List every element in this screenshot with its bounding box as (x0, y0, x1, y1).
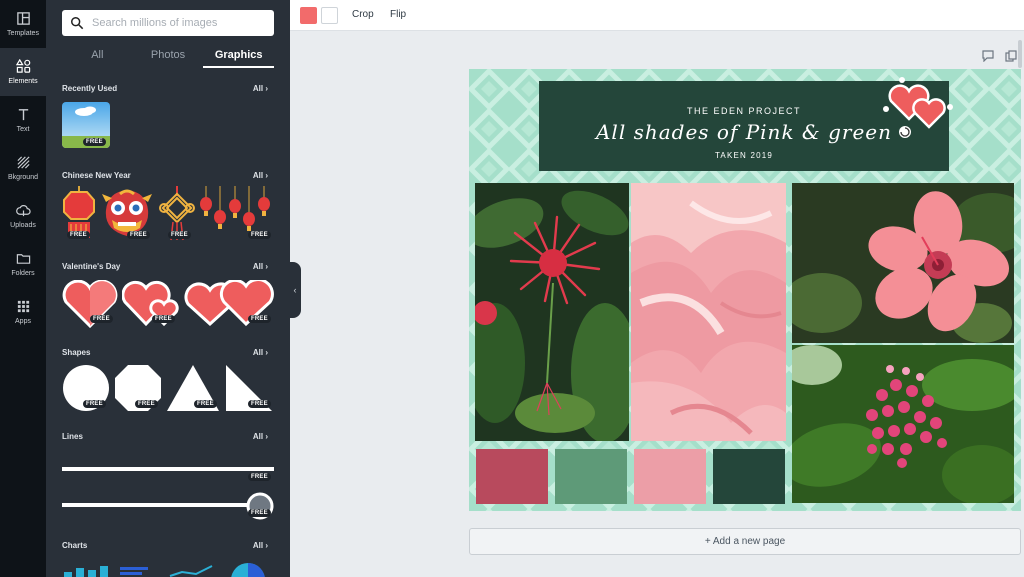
free-badge: FREE (152, 315, 175, 323)
add-page-button[interactable]: + Add a new page (469, 528, 1021, 555)
templates-icon (16, 12, 30, 25)
free-badge: FREE (248, 509, 271, 517)
free-badge: FREE (194, 400, 217, 408)
chevron-left-icon: ‹ (293, 285, 297, 295)
chevron-right-icon: › (265, 541, 268, 550)
rail-label: Elements (8, 78, 38, 85)
see-all-label: All (252, 171, 264, 180)
tab-all[interactable]: All (62, 44, 133, 68)
see-all-label: All (252, 84, 264, 93)
see-all-recent[interactable]: All › (253, 84, 268, 93)
see-all-lines[interactable]: All › (253, 432, 268, 441)
rail-templates[interactable]: Templates (0, 0, 46, 48)
free-badge: FREE (127, 231, 150, 239)
section-title-charts: Charts (62, 541, 88, 550)
rail-label: Folders (11, 270, 35, 277)
search-input[interactable] (92, 17, 262, 29)
see-all-cny[interactable]: All › (253, 171, 268, 180)
background-icon (16, 156, 30, 169)
free-badge: FREE (90, 315, 113, 323)
free-badge: FREE (168, 231, 191, 239)
elements-panel: All Photos Graphics Recently Used All › … (46, 0, 290, 577)
rail-label: Bkground (8, 174, 38, 181)
rail-label: Text (16, 126, 30, 133)
folder-icon (16, 254, 30, 264)
free-badge: FREE (83, 138, 106, 146)
see-all-label: All (252, 541, 264, 550)
flip-button[interactable]: Flip (390, 9, 406, 20)
section-title-valentine: Valentine's Day (62, 262, 121, 271)
rail-label: Uploads (10, 222, 36, 229)
chevron-right-icon: › (265, 171, 268, 180)
rail-folders[interactable]: Folders (0, 240, 46, 288)
section-title-lines: Lines (62, 432, 83, 441)
see-all-shapes[interactable]: All › (253, 348, 268, 357)
vertical-scrollbar[interactable] (1018, 40, 1022, 68)
section-title-shapes: Shapes (62, 348, 91, 357)
selected-hearts-element[interactable] (883, 77, 953, 143)
see-all-valentine[interactable]: All › (253, 262, 268, 271)
swatch-green[interactable] (555, 449, 627, 504)
free-badge: FREE (248, 315, 271, 323)
rail-uploads[interactable]: Uploads (0, 192, 46, 240)
free-badge: FREE (83, 400, 106, 408)
left-rail: Templates Elements Text Bkground Uploads… (0, 0, 46, 577)
charts-row-thumbs[interactable] (62, 562, 274, 577)
line-with-circle[interactable] (62, 503, 262, 507)
duplicate-page-icon[interactable] (1005, 50, 1017, 62)
rail-label: Apps (15, 318, 31, 325)
apps-icon (17, 300, 29, 313)
search-icon (71, 17, 84, 30)
rail-background[interactable]: Bkground (0, 144, 46, 192)
design-canvas[interactable]: THE EDEN PROJECT All shades of Pink & gr… (469, 69, 1021, 511)
collapse-panel-button[interactable]: ‹ (289, 262, 301, 318)
chevron-right-icon: › (265, 84, 268, 93)
see-all-charts[interactable]: All › (253, 541, 268, 550)
panel-tabs: All Photos Graphics (62, 44, 275, 68)
photo-pink-petals[interactable] (631, 183, 786, 441)
upload-icon (15, 205, 31, 217)
photo-pink-pentas[interactable] (792, 345, 1014, 503)
text-icon (18, 109, 28, 121)
rail-label: Templates (7, 30, 39, 37)
chevron-right-icon: › (265, 348, 268, 357)
see-all-label: All (252, 432, 264, 441)
search-box[interactable] (62, 10, 274, 36)
swatch-light-pink[interactable] (634, 449, 706, 504)
rail-text[interactable]: Text (0, 96, 46, 144)
elements-icon (15, 59, 30, 73)
rail-apps[interactable]: Apps (0, 288, 46, 336)
line-solid[interactable] (62, 467, 274, 471)
color-picker-secondary[interactable] (321, 7, 338, 24)
chevron-right-icon: › (265, 432, 268, 441)
see-all-label: All (252, 262, 264, 271)
rail-elements[interactable]: Elements (0, 48, 46, 96)
top-toolbar: Crop Flip (290, 0, 1024, 31)
tab-photos[interactable]: Photos (133, 44, 204, 68)
free-badge: FREE (248, 400, 271, 408)
crop-button[interactable]: Crop (352, 9, 374, 20)
free-badge: FREE (248, 231, 271, 239)
banner-caption: TAKEN 2019 (714, 151, 774, 160)
photo-pink-hibiscus[interactable] (792, 183, 1014, 343)
free-badge: FREE (135, 400, 158, 408)
free-badge: FREE (248, 473, 271, 481)
comment-icon[interactable] (982, 50, 994, 62)
section-title-cny: Chinese New Year (62, 171, 131, 180)
swatch-dark-pink[interactable] (476, 449, 548, 504)
color-picker-primary[interactable] (300, 7, 317, 24)
chevron-right-icon: › (265, 262, 268, 271)
section-title-recent: Recently Used (62, 84, 118, 93)
tab-graphics[interactable]: Graphics (203, 44, 275, 68)
photo-red-flower[interactable] (475, 183, 629, 441)
free-badge: FREE (67, 231, 90, 239)
see-all-label: All (252, 348, 264, 357)
swatch-dark-green[interactable] (713, 449, 785, 504)
